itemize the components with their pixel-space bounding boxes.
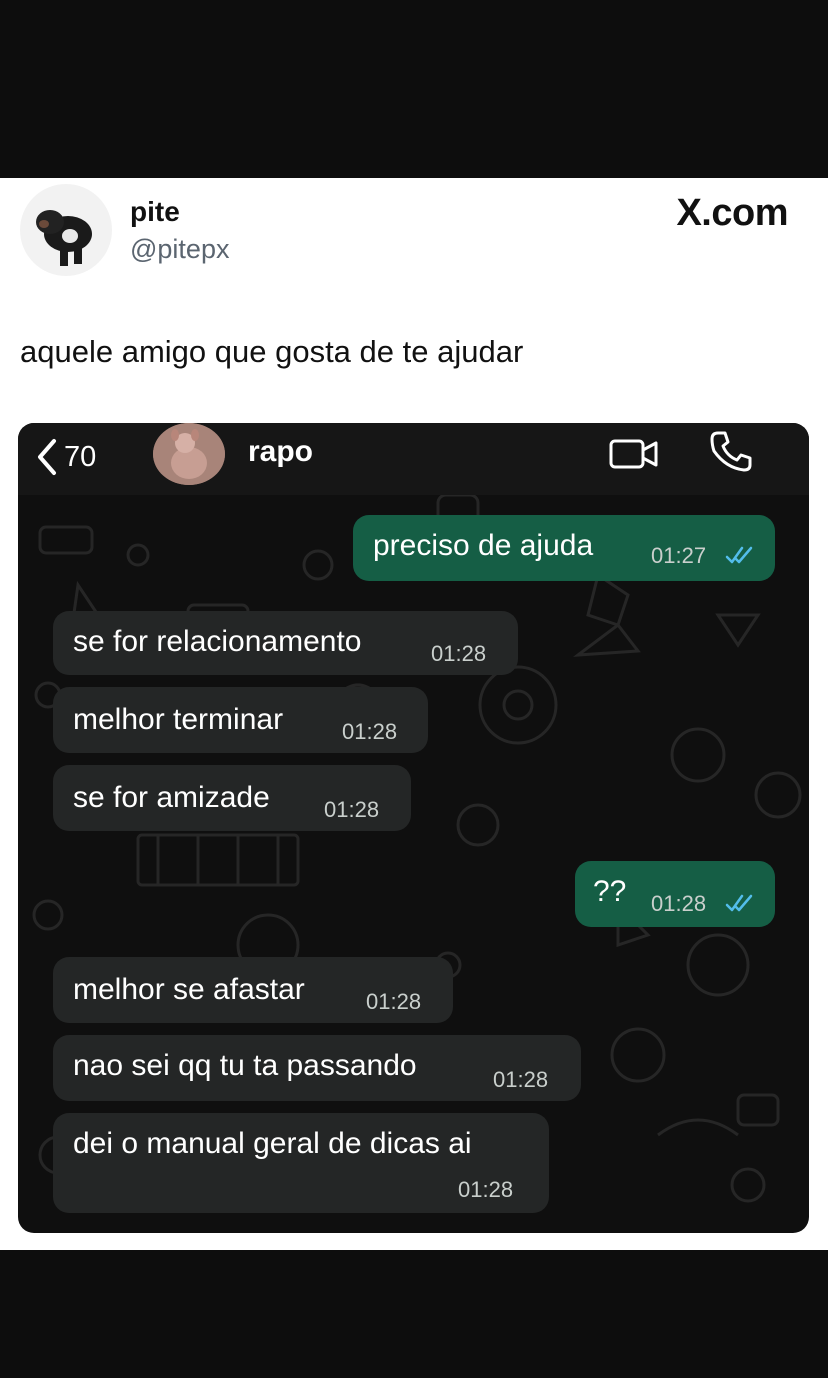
unread-count: 70 — [64, 440, 97, 473]
message-bubble[interactable]: se for amizade 01:28 — [53, 765, 411, 831]
read-receipt-icon — [725, 894, 753, 912]
message-text: dei o manual geral de dicas ai — [73, 1127, 472, 1160]
message-time: 01:28 — [366, 989, 422, 1014]
screenshot: { "tweet": { "display_name": "pite", "ha… — [0, 0, 828, 1378]
contact-name[interactable]: rapo — [248, 435, 313, 469]
message-time: 01:28 — [342, 719, 398, 744]
tweet-card: pite @pitepx X.com aquele amigo que gost… — [0, 178, 828, 1250]
message-text: preciso de ajuda — [373, 529, 594, 562]
message-text: se for amizade — [73, 781, 270, 814]
message-bubble[interactable]: nao sei qq tu ta passando 01:28 — [53, 1035, 581, 1101]
message-bubble[interactable]: melhor se afastar 01:28 — [53, 957, 453, 1023]
read-receipt-icon — [725, 546, 753, 564]
x-logo: X.com — [676, 192, 788, 234]
back-button[interactable]: 70 — [36, 435, 96, 479]
message-time: 01:27 — [651, 543, 707, 568]
message-time: 01:28 — [493, 1067, 549, 1092]
tweet-text: aquele amigo que gosta de te ajudar — [20, 334, 524, 369]
chat-screenshot: 70 rapo preciso de ajuda 01:27 se for re… — [18, 423, 809, 1233]
user-handle[interactable]: @pitepx — [130, 234, 229, 265]
message-bubble[interactable]: melhor terminar 01:28 — [53, 687, 428, 753]
message-time: 01:28 — [651, 891, 707, 916]
message-text: ?? — [593, 875, 627, 908]
display-name[interactable]: pite — [130, 196, 180, 228]
video-call-icon[interactable] — [608, 433, 660, 473]
chat-header: 70 rapo — [18, 423, 809, 495]
message-text: melhor terminar — [73, 703, 284, 736]
message-bubble[interactable]: dei o manual geral de dicas ai 01:28 — [53, 1113, 549, 1213]
message-text: se for relacionamento — [73, 625, 362, 658]
message-text: nao sei qq tu ta passando — [73, 1049, 417, 1082]
phone-call-icon[interactable] — [708, 429, 754, 475]
message-bubble[interactable]: se for relacionamento 01:28 — [53, 611, 518, 675]
message-time: 01:28 — [431, 641, 487, 666]
user-avatar[interactable] — [20, 184, 112, 276]
message-bubble[interactable]: preciso de ajuda 01:27 — [353, 515, 775, 581]
message-time: 01:28 — [324, 797, 380, 822]
contact-avatar[interactable] — [153, 423, 225, 485]
message-time: 01:28 — [458, 1177, 514, 1202]
chevron-left-icon — [38, 439, 56, 475]
message-bubble[interactable]: ?? 01:28 — [575, 861, 775, 927]
message-text: melhor se afastar — [73, 973, 305, 1006]
